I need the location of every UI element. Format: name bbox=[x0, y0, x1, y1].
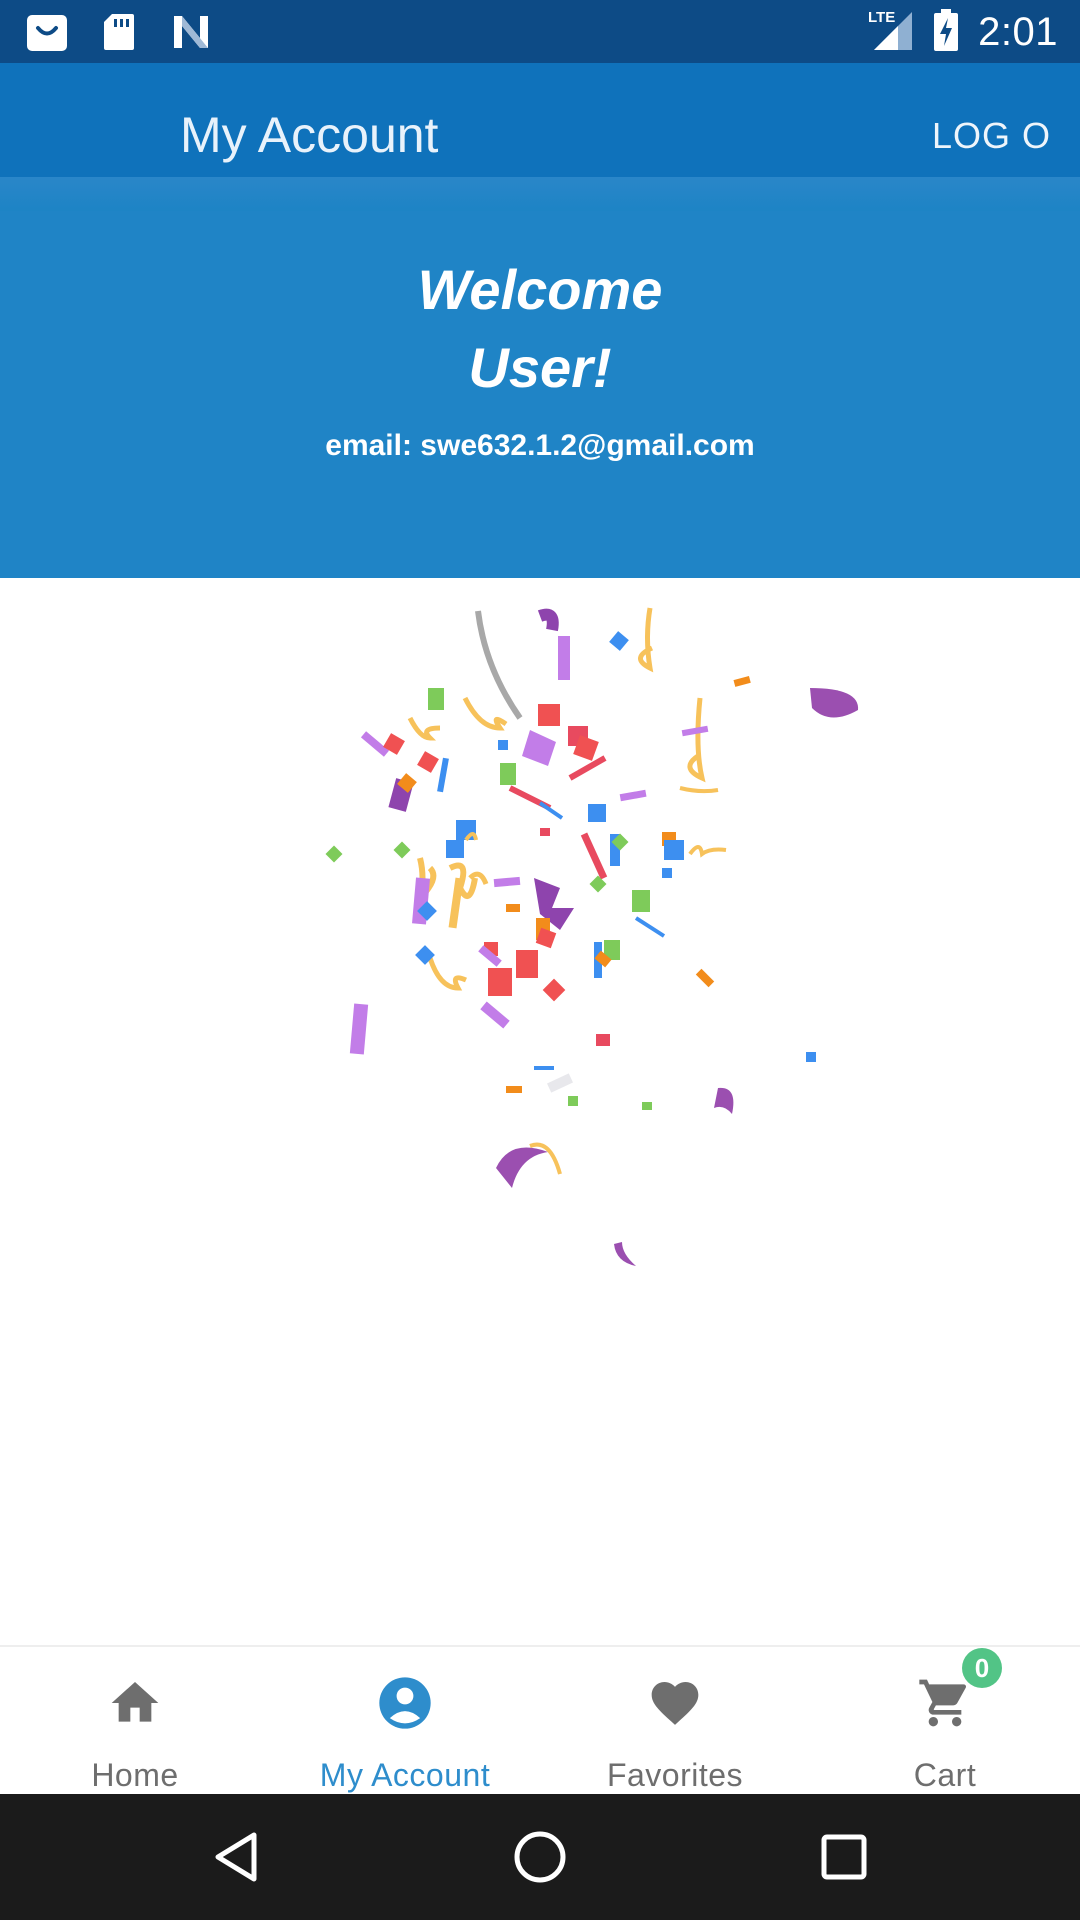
user-email: email: swe632.1.2@gmail.com bbox=[325, 429, 755, 462]
sd-card-icon bbox=[96, 12, 142, 52]
recents-icon[interactable] bbox=[814, 1827, 874, 1887]
nav-favorites-label: Favorites bbox=[606, 1757, 744, 1793]
app-bar-divider bbox=[0, 177, 1080, 214]
cart-icon bbox=[917, 1675, 973, 1731]
status-time: 2:01 bbox=[978, 10, 1058, 54]
status-bar: LTE 2:01 bbox=[0, 0, 1080, 63]
nav-home-label: Home bbox=[91, 1757, 179, 1793]
back-icon[interactable] bbox=[206, 1827, 266, 1887]
nav-home[interactable]: Home bbox=[0, 1647, 270, 1796]
system-navigation-bar bbox=[0, 1794, 1080, 1920]
heart-icon bbox=[647, 1675, 703, 1731]
bottom-navigation: Home My Account Favorites Cart bbox=[0, 1645, 1080, 1796]
status-left-icons bbox=[24, 12, 214, 52]
cart-count-badge: 0 bbox=[962, 1648, 1002, 1688]
battery-charging-icon bbox=[932, 8, 960, 57]
welcome-header: Welcome User! email: swe632.1.2@gmail.co… bbox=[0, 211, 1080, 578]
welcome-title: Welcome bbox=[417, 258, 663, 321]
status-right: LTE 2:01 bbox=[868, 8, 1058, 57]
nav-cart[interactable]: Cart bbox=[810, 1647, 1080, 1796]
n-logo-icon bbox=[168, 12, 214, 52]
nav-my-account-label: My Account bbox=[319, 1757, 491, 1793]
shopping-bag-icon bbox=[24, 12, 70, 52]
account-icon bbox=[377, 1675, 433, 1731]
nav-favorites[interactable]: Favorites bbox=[540, 1647, 810, 1796]
home-icon bbox=[107, 1675, 163, 1731]
logout-button[interactable]: LOG OUT bbox=[932, 115, 1050, 157]
page-title: My Account bbox=[180, 107, 439, 163]
nav-my-account[interactable]: My Account bbox=[270, 1647, 540, 1796]
app-bar: My Account LOG OUT bbox=[0, 63, 1080, 177]
home-circle-icon[interactable] bbox=[510, 1827, 570, 1887]
nav-cart-label: Cart bbox=[913, 1757, 977, 1793]
welcome-username: User! bbox=[468, 336, 612, 399]
svg-text:LTE: LTE bbox=[868, 9, 895, 26]
confetti-animation bbox=[325, 607, 859, 1266]
lte-signal-icon: LTE bbox=[868, 8, 914, 57]
